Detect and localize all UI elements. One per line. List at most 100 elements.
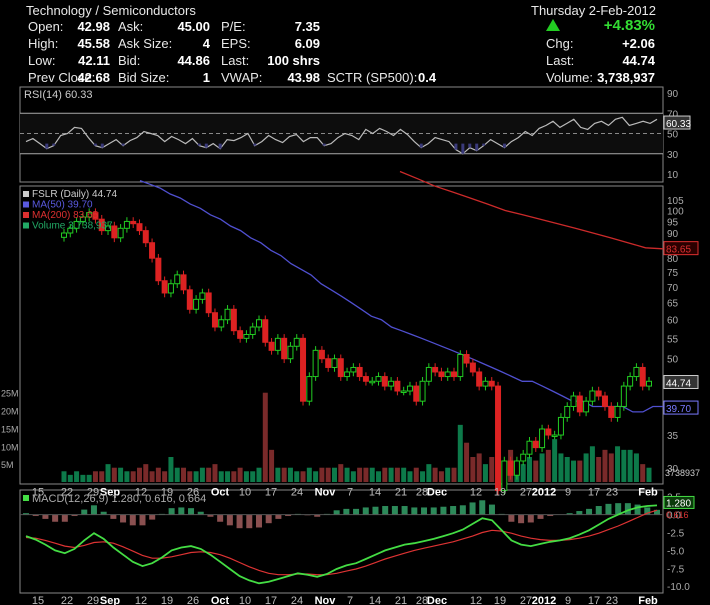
macd-x-tick: 19: [494, 595, 506, 605]
candle-body: [451, 371, 457, 378]
volume-bar: [533, 460, 539, 482]
macd-histogram-bar: [586, 508, 593, 515]
volume-bar: [457, 424, 463, 482]
candle-body: [142, 230, 149, 244]
candle-body: [633, 366, 640, 378]
volume-tick-label: 5M: [1, 460, 14, 470]
candle-body: [193, 298, 200, 310]
macd-histogram-bar: [255, 514, 262, 528]
macd-histogram-bar: [411, 507, 418, 515]
volume-bar: [470, 457, 476, 482]
macd-histogram-bar: [353, 508, 360, 515]
volume-bar: [526, 457, 532, 482]
macd-tick-label: -2.5: [667, 528, 685, 539]
macd-histogram-bar: [459, 505, 466, 515]
last-price-label: 44.74: [666, 379, 691, 390]
candle-body: [149, 242, 156, 259]
candle-body: [362, 376, 369, 382]
macd-histogram-bar: [401, 506, 408, 515]
macd-histogram-bar: [343, 508, 350, 515]
candle-body: [274, 337, 281, 351]
rsi-current-label: 60.33: [666, 119, 691, 130]
volume-bar: [382, 467, 388, 482]
candle-body: [281, 337, 288, 360]
candle-body: [199, 292, 206, 300]
volume-bar: [105, 464, 111, 482]
macd-histogram-bar: [518, 514, 525, 524]
macd-histogram-bar: [139, 514, 146, 526]
macd-signal-label: 0.616: [666, 510, 689, 520]
volume-bar: [363, 467, 369, 482]
volume-bar: [376, 471, 382, 482]
macd-histogram-bar: [149, 514, 156, 520]
macd-histogram-bar: [634, 504, 641, 515]
panel-frame-3: [19, 489, 664, 594]
candle-body: [564, 405, 571, 418]
volume-bar: [344, 467, 350, 482]
volume-bar: [476, 453, 482, 482]
volume-bar: [225, 471, 231, 482]
candle-body: [583, 400, 590, 413]
candle-body: [444, 371, 451, 378]
candle-body: [117, 227, 124, 239]
volume-bar: [350, 471, 356, 482]
candle-body: [375, 376, 382, 382]
candle-body: [230, 308, 237, 332]
volume-tick-label: 20M: [1, 407, 19, 417]
volume-bar: [306, 467, 312, 482]
candle-body: [646, 380, 652, 387]
macd-histogram-bar: [382, 506, 389, 515]
volume-last-label: 3738937: [665, 468, 700, 478]
candle-body: [237, 330, 244, 339]
legend-entry: FSLR (Daily) 44.74: [32, 189, 117, 200]
volume-bar: [451, 467, 457, 482]
volume-bar: [262, 392, 268, 482]
volume-bar: [275, 467, 281, 482]
rsi-tick-label: 30: [667, 150, 679, 161]
macd-histogram-bar: [275, 514, 282, 519]
volume-bar: [482, 464, 488, 482]
volume-bar: [237, 467, 243, 482]
volume-bar: [218, 471, 224, 482]
volume-bar: [369, 467, 375, 482]
candle-body: [306, 376, 313, 402]
volume-tick-label: 25M: [1, 389, 19, 399]
volume-bar: [432, 467, 438, 482]
volume-bar: [99, 471, 105, 482]
candle-body: [123, 220, 130, 229]
volume-bar: [564, 457, 570, 482]
candle-body: [539, 428, 546, 449]
volume-bar: [168, 457, 174, 482]
macd-histogram-bar: [236, 514, 243, 529]
candle-body: [337, 358, 344, 378]
volume-bar: [627, 449, 633, 482]
macd-histogram-bar: [61, 514, 68, 522]
volume-bar: [407, 471, 413, 482]
macd-histogram-bar: [226, 514, 233, 526]
macd-x-tick: 27: [520, 595, 532, 605]
volume-bar: [187, 471, 193, 482]
volume-bar: [74, 471, 80, 482]
macd-histogram-bar: [110, 514, 117, 519]
volume-bar: [325, 467, 331, 482]
macd-x-tick: Dec: [427, 595, 447, 605]
candle-body: [476, 371, 483, 387]
macd-legend-swatch: [23, 495, 29, 501]
candle-body: [432, 366, 439, 373]
volume-bar: [281, 467, 287, 482]
volume-bar: [596, 457, 602, 482]
volume-bar: [155, 467, 161, 482]
candle-body: [513, 460, 520, 476]
candle-body: [438, 371, 445, 378]
candle-body: [325, 358, 332, 368]
candle-body: [488, 380, 495, 387]
candle-body: [589, 390, 596, 402]
macd-histogram-bar: [508, 514, 515, 522]
volume-bar: [250, 471, 256, 482]
candle-body: [413, 385, 420, 402]
candle-body: [318, 349, 325, 360]
macd-histogram-bar: [595, 506, 602, 515]
candle-body: [614, 405, 621, 418]
price-x-tick: Dec: [427, 487, 447, 499]
price-x-tick: 17: [588, 487, 600, 499]
